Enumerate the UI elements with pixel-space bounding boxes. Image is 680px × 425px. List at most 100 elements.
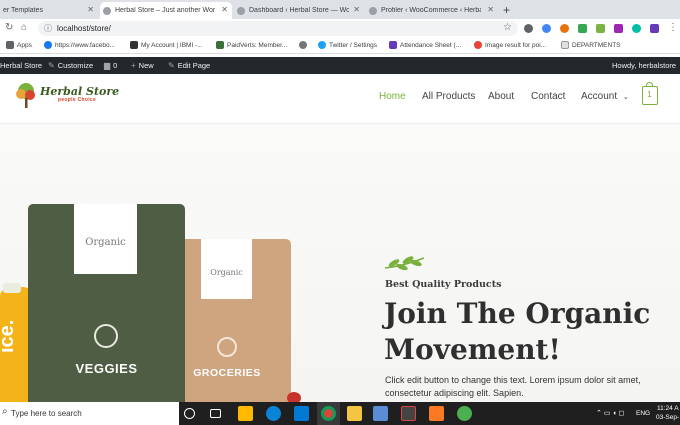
bookmark-paidverts[interactable]: PaidVerts: Member... [216,41,287,49]
nav-home[interactable]: Home [379,91,406,102]
page-favicon-icon [369,6,377,15]
nav-about[interactable]: About [488,91,514,102]
page-favicon-icon [103,6,111,15]
apps-grid-icon [6,41,14,49]
bookmark-facebook[interactable]: https://www.facebo... [44,41,115,49]
bag-label: Organic [201,239,252,299]
bookmark-ibmi[interactable]: My Account | IBMI -... [130,41,203,49]
bookmark-globe[interactable] [299,41,310,49]
comment-icon: ▆ [104,61,111,70]
extension-icon[interactable] [524,24,533,33]
app-icon[interactable] [457,406,472,421]
close-icon[interactable]: ✕ [87,5,94,14]
browser-tab-active[interactable]: Herbal Store – Just another Wor ✕ [100,2,232,19]
clock-time[interactable]: 11:24 A [657,405,679,412]
nav-account[interactable]: Account ⌄ [581,91,629,102]
edge-icon[interactable] [266,406,281,421]
extension-icon[interactable] [596,24,605,33]
chrome-icon[interactable] [321,406,336,421]
mail-icon[interactable] [294,406,309,421]
bookmark-image-result[interactable]: Image result for poi... [474,41,546,49]
tab-title: Herbal Store – Just another Wor [115,7,215,14]
reload-icon[interactable]: ↻ [5,22,13,33]
bookmark-label: My Account | IBMI -... [141,41,203,49]
close-icon[interactable]: ✕ [487,5,494,14]
brush-icon: ✎ [48,61,55,70]
facebook-icon [44,41,52,49]
file-explorer-icon[interactable] [347,406,362,421]
bag-brand: Organic [85,237,126,248]
extension-icon[interactable] [650,24,659,33]
fruit-image [287,392,301,402]
admin-comments-link[interactable]: ▆ 0 [104,61,117,70]
browser-tab[interactable]: Profiler ‹ WooCommerce ‹ Herba ✕ [366,2,498,19]
extension-icon[interactable] [632,24,641,33]
site-header: Herbal Store people Choice Home All Prod… [0,74,680,124]
admin-new-link[interactable]: + New [131,61,154,70]
browser-tab[interactable]: Dashboard ‹ Herbal Store — Wo ✕ [234,2,364,19]
url-text[interactable]: localhost/store/ [57,24,111,33]
nav-account-label: Account [581,91,618,102]
hero-section: ice. Organic GROCERIES Organic VEGGIES B… [0,124,680,402]
bag-brand: Organic [210,268,243,277]
hero-title: Join The Organic Movement! [384,297,651,366]
bag-text: VEGGIES [75,361,138,376]
home-icon[interactable]: ⌂ [21,22,27,33]
tab-title: er Templates [3,7,43,14]
bookmarks-bar: Apps https://www.facebo... My Account | … [0,38,680,54]
office-icon[interactable] [401,406,416,421]
groceries-bag-image: Organic GROCERIES [180,239,291,402]
extension-icon[interactable] [578,24,587,33]
store-icon[interactable] [238,406,253,421]
close-icon[interactable]: ✕ [353,5,360,14]
bookmark-label: Image result for poi... [485,41,547,49]
clock-date[interactable]: 03-Sep- [656,414,679,421]
admin-site-link[interactable]: Herbal Store [0,61,42,70]
hero-kicker: Best Quality Products [385,279,502,290]
bookmark-departments[interactable]: DEPARTMENTS [561,41,621,49]
search-icon: ⌕ [2,406,8,417]
pencil-icon: ✎ [168,61,175,70]
veggies-bag-image: Organic VEGGIES [28,204,185,402]
bookmark-attendance[interactable]: Attendance Sheet (... [389,41,461,49]
language-indicator[interactable]: ENG [636,410,650,417]
admin-new-label: New [138,61,154,70]
admin-customize-link[interactable]: ✎ Customize [48,61,93,70]
info-icon[interactable]: ⓘ [44,23,52,34]
close-icon[interactable]: ✕ [221,5,228,14]
browser-toolbar: ↻ ⌂ ⓘ localhost/store/ ☆ ⋮ [0,19,680,38]
extension-icon[interactable] [542,24,551,33]
taskbar-search[interactable]: ⌕ Type here to search [0,402,179,425]
extension-icon[interactable] [614,24,623,33]
new-tab-button[interactable]: + [503,3,510,17]
extension-icon[interactable] [560,24,569,33]
admin-account-link[interactable]: Howdy, herbalstore [612,61,676,70]
search-placeholder[interactable]: Type here to search [11,409,82,418]
bookmark-twitter[interactable]: Twitter / Settings [318,41,377,49]
task-view-icon[interactable] [210,409,221,418]
hero-body-text: Click edit button to change this text. L… [385,375,641,398]
system-tray-icons[interactable]: ⌃ ▭ ◖ ◻ [596,409,624,417]
browser-tab[interactable]: er Templates ✕ [0,2,98,19]
nav-contact[interactable]: Contact [531,91,565,102]
page-favicon-icon [237,6,245,15]
xampp-icon[interactable] [429,406,444,421]
star-icon[interactable]: ☆ [503,22,512,33]
tab-title: Profiler ‹ WooCommerce ‹ Herba [381,7,481,14]
admin-edit-link[interactable]: ✎ Edit Page [168,61,210,70]
calculator-icon[interactable] [373,406,388,421]
cart-button[interactable]: 1 [642,82,658,105]
bookmark-apps[interactable]: Apps [6,41,32,49]
cart-count: 1 [647,90,652,99]
cortana-icon[interactable] [184,408,195,419]
tab-title: Dashboard ‹ Herbal Store — Wo [249,7,349,14]
document-icon [561,41,569,49]
logo-tree-icon[interactable] [14,82,38,110]
menu-icon[interactable]: ⋮ [668,22,678,33]
paidverts-icon [216,41,224,49]
bag-icon [646,82,653,87]
address-bar[interactable]: ⓘ localhost/store/ ☆ [38,21,518,36]
twitter-icon [318,41,326,49]
bag-label: Organic [74,204,137,274]
nav-all-products[interactable]: All Products [422,91,475,102]
